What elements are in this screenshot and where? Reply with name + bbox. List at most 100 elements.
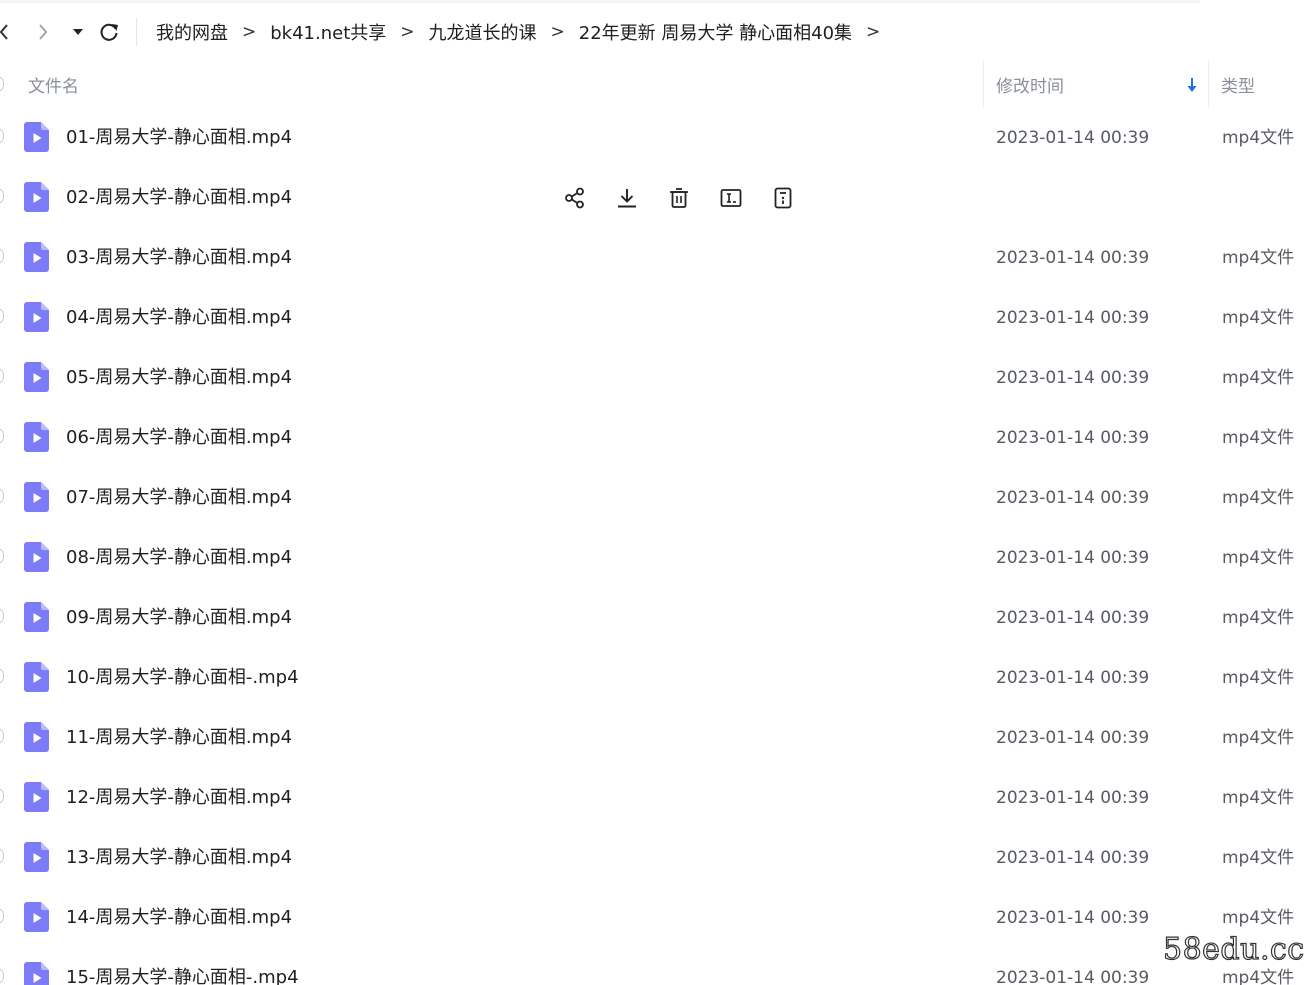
file-modified-time: 2023-01-14 00:39	[996, 488, 1150, 508]
video-file-icon	[24, 962, 49, 985]
file-type: mp4文件	[1222, 908, 1295, 928]
navigation-bar: 我的网盘 > bk41.net共享 > 九龙道长的课 > 22年更新 周易大学 …	[0, 0, 1312, 62]
breadcrumb-separator: >	[400, 22, 415, 42]
forward-button[interactable]	[32, 16, 54, 48]
row-checkbox[interactable]	[0, 848, 4, 864]
file-modified-time: 2023-01-14 00:39	[996, 248, 1150, 268]
delete-icon[interactable]	[664, 183, 694, 213]
file-type: mp4文件	[1222, 368, 1295, 388]
file-type: mp4文件	[1222, 248, 1295, 268]
file-name[interactable]: 07-周易大学-静心面相.mp4	[66, 484, 292, 512]
row-checkbox[interactable]	[0, 308, 4, 324]
file-modified-time: 2023-01-14 00:39	[996, 968, 1150, 985]
row-checkbox[interactable]	[0, 368, 4, 384]
video-file-icon	[24, 662, 49, 692]
row-checkbox[interactable]	[0, 788, 4, 804]
row-checkbox[interactable]	[0, 188, 4, 204]
file-name[interactable]: 06-周易大学-静心面相.mp4	[66, 424, 292, 452]
file-type: mp4文件	[1222, 548, 1295, 568]
file-name[interactable]: 14-周易大学-静心面相.mp4	[66, 904, 292, 932]
breadcrumb-item-share[interactable]: bk41.net共享	[270, 19, 386, 45]
video-file-icon	[24, 242, 49, 272]
file-list: 01-周易大学-静心面相.mp4 2023-01-14 00:39 mp4文件 02-…	[0, 108, 1312, 985]
download-icon[interactable]	[612, 183, 642, 213]
file-type: mp4文件	[1222, 428, 1295, 448]
row-checkbox[interactable]	[0, 548, 4, 564]
video-file-icon	[24, 122, 49, 152]
file-name[interactable]: 03-周易大学-静心面相.mp4	[66, 244, 292, 272]
column-header-type[interactable]: 类型	[1221, 60, 1255, 108]
file-name[interactable]: 13-周易大学-静心面相.mp4	[66, 844, 292, 872]
row-checkbox[interactable]	[0, 608, 4, 624]
file-name[interactable]: 11-周易大学-静心面相.mp4	[66, 724, 292, 752]
file-row[interactable]: 09-周易大学-静心面相.mp4 2023-01-14 00:39 mp4文件	[0, 588, 1312, 648]
row-checkbox[interactable]	[0, 908, 4, 924]
file-modified-time: 2023-01-14 00:39	[996, 428, 1150, 448]
row-checkbox[interactable]	[0, 248, 4, 264]
file-name[interactable]: 15-周易大学-静心面相-.mp4	[66, 964, 299, 985]
file-name[interactable]: 12-周易大学-静心面相.mp4	[66, 784, 292, 812]
file-modified-time: 2023-01-14 00:39	[996, 308, 1150, 328]
row-checkbox[interactable]	[0, 128, 4, 144]
video-file-icon	[24, 542, 49, 572]
file-modified-time: 2023-01-14 00:39	[996, 128, 1150, 148]
file-row[interactable]: 05-周易大学-静心面相.mp4 2023-01-14 00:39 mp4文件	[0, 348, 1312, 408]
arrow-down-icon[interactable]	[1185, 76, 1199, 94]
video-file-icon	[24, 722, 49, 752]
file-type: mp4文件	[1222, 968, 1295, 985]
breadcrumb-item-my-drive[interactable]: 我的网盘	[156, 19, 228, 45]
column-divider[interactable]	[983, 60, 984, 108]
refresh-button[interactable]	[96, 16, 122, 48]
file-row[interactable]: 07-周易大学-静心面相.mp4 2023-01-14 00:39 mp4文件	[0, 468, 1312, 528]
file-modified-time: 2023-01-14 00:39	[996, 788, 1150, 808]
file-row[interactable]: 02-周易大学-静心面相.mp4	[0, 168, 1312, 228]
file-row[interactable]: 06-周易大学-静心面相.mp4 2023-01-14 00:39 mp4文件	[0, 408, 1312, 468]
file-row[interactable]: 01-周易大学-静心面相.mp4 2023-01-14 00:39 mp4文件	[0, 108, 1312, 168]
file-row[interactable]: 12-周易大学-静心面相.mp4 2023-01-14 00:39 mp4文件	[0, 768, 1312, 828]
back-button[interactable]	[0, 16, 14, 48]
row-checkbox[interactable]	[0, 488, 4, 504]
file-name[interactable]: 08-周易大学-静心面相.mp4	[66, 544, 292, 572]
file-row[interactable]: 10-周易大学-静心面相-.mp4 2023-01-14 00:39 mp4文件	[0, 648, 1312, 708]
history-dropdown-button[interactable]	[68, 16, 88, 48]
breadcrumb-item-current-folder[interactable]: 22年更新 周易大学 静心面相40集	[579, 19, 852, 45]
row-checkbox[interactable]	[0, 668, 4, 684]
file-type: mp4文件	[1222, 848, 1295, 868]
file-name[interactable]: 05-周易大学-静心面相.mp4	[66, 364, 292, 392]
more-info-icon[interactable]	[768, 183, 798, 213]
file-type: mp4文件	[1222, 488, 1295, 508]
rename-icon[interactable]	[716, 183, 746, 213]
row-checkbox[interactable]	[0, 428, 4, 444]
file-name[interactable]: 10-周易大学-静心面相-.mp4	[66, 664, 299, 692]
breadcrumb-separator[interactable]: >	[866, 22, 880, 42]
select-all-checkbox[interactable]	[0, 76, 4, 92]
file-row[interactable]: 14-周易大学-静心面相.mp4 2023-01-14 00:39 mp4文件	[0, 888, 1312, 948]
file-name[interactable]: 01-周易大学-静心面相.mp4	[66, 124, 292, 152]
file-row[interactable]: 03-周易大学-静心面相.mp4 2023-01-14 00:39 mp4文件	[0, 228, 1312, 288]
file-row[interactable]: 15-周易大学-静心面相-.mp4 2023-01-14 00:39 mp4文件	[0, 948, 1312, 985]
column-divider[interactable]	[1208, 60, 1209, 108]
breadcrumb-item-course[interactable]: 九龙道长的课	[429, 19, 537, 45]
row-checkbox[interactable]	[0, 728, 4, 744]
share-icon[interactable]	[560, 183, 590, 213]
row-action-bar	[560, 182, 820, 214]
caret-down-icon	[73, 29, 83, 35]
video-file-icon	[24, 782, 49, 812]
file-row[interactable]: 08-周易大学-静心面相.mp4 2023-01-14 00:39 mp4文件	[0, 528, 1312, 588]
file-name[interactable]: 04-周易大学-静心面相.mp4	[66, 304, 292, 332]
row-checkbox[interactable]	[0, 968, 4, 984]
file-type: mp4文件	[1222, 128, 1295, 148]
column-header-name[interactable]: 文件名	[28, 60, 79, 108]
file-modified-time: 2023-01-14 00:39	[996, 728, 1150, 748]
file-row[interactable]: 11-周易大学-静心面相.mp4 2023-01-14 00:39 mp4文件	[0, 708, 1312, 768]
file-row[interactable]: 04-周易大学-静心面相.mp4 2023-01-14 00:39 mp4文件	[0, 288, 1312, 348]
video-file-icon	[24, 842, 49, 872]
file-row[interactable]: 13-周易大学-静心面相.mp4 2023-01-14 00:39 mp4文件	[0, 828, 1312, 888]
file-type: mp4文件	[1222, 788, 1295, 808]
chevron-right-icon	[39, 24, 48, 40]
column-header-modified[interactable]: 修改时间	[996, 60, 1064, 108]
file-name[interactable]: 02-周易大学-静心面相.mp4	[66, 184, 292, 212]
video-file-icon	[24, 482, 49, 512]
file-type: mp4文件	[1222, 728, 1295, 748]
file-name[interactable]: 09-周易大学-静心面相.mp4	[66, 604, 292, 632]
